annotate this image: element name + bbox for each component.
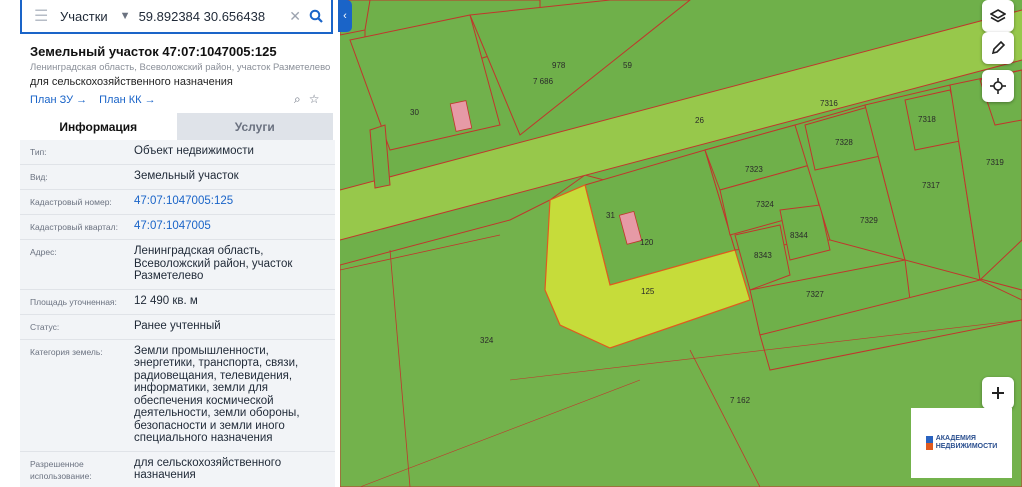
parcel-label: 7324 [756,200,774,209]
info-row-type: Тип: Объект недвижимости [20,140,335,165]
parcel-label: 7323 [745,165,763,174]
search-scope-select[interactable]: Участки [60,9,108,24]
search-icon[interactable] [309,9,323,23]
parcel-label: 7317 [922,181,940,190]
parcel-label: 31 [606,211,615,220]
locate-button[interactable] [982,70,1014,102]
info-row-land-category: Категория земель: Земли промышленности, … [20,340,335,452]
parcel-label: 8343 [754,251,772,260]
row-label: Тип: [30,147,47,157]
plan-zu-link[interactable]: План ЗУ → [30,94,87,106]
info-row-kind: Вид: Земельный участок [20,165,335,190]
cadastral-number-link[interactable]: 47:07:1047005:125 [134,195,241,208]
parcel-label: 7 162 [730,396,751,405]
brand-watermark: АКАДЕМИЯ НЕДВИЖИМОСТИ [911,408,1012,478]
parcel-label: 7 686 [533,77,554,86]
row-label: Вид: [30,172,48,182]
info-row-status: Статус: Ранее учтенный [20,315,335,340]
parcel-label: 978 [552,61,566,70]
parcel-label: 324 [480,336,494,345]
object-purpose: для сельскохозяйственного назначения [30,76,233,88]
pencil-icon [991,40,1006,55]
row-label: Категория земель: [30,346,103,357]
tab-information[interactable]: Информация [20,113,177,140]
crosshair-icon [990,78,1006,94]
row-value: Земли промышленности, энергетики, трансп… [134,344,300,445]
tab-bar: Информация Услуги [20,113,333,140]
search-input[interactable]: 59.892384 30.656438 [139,9,290,24]
info-row-area: Площадь уточненная: 12 490 кв. м [20,290,335,315]
row-value: для сельскохозяйственного назначения [134,456,282,482]
row-value: Ранее учтенный [134,319,221,332]
parcel-label: 120 [640,238,654,247]
layers-icon [990,9,1006,23]
row-label: Кадастровый номер: [30,197,112,207]
parcel-label: 7318 [918,115,936,124]
measure-button[interactable] [982,32,1014,64]
row-label: Адрес: [30,247,57,257]
info-row-permitted-use: Разрешенное использование: для сельскохо… [20,452,335,487]
zoom-in-button[interactable] [982,377,1014,409]
parcel-label: 30 [410,108,419,117]
parcel-label: 26 [695,116,704,125]
brand-line2: НЕДВИЖИМОСТИ [935,443,998,450]
info-row-address: Адрес: Ленинградская область, Всеволожск… [20,240,335,290]
chevron-down-icon[interactable]: ▼ [120,10,131,22]
info-row-cadastral-number: Кадастровый номер: 47:07:1047005:125 [20,190,335,215]
parcel-label: 8344 [790,231,808,240]
collapse-panel-button[interactable]: ‹ [338,0,352,32]
clear-icon[interactable]: ✕ [289,8,301,25]
star-icon[interactable]: ☆ [309,92,320,107]
tab-services[interactable]: Услуги [176,113,333,140]
parcel-label: 7327 [806,290,824,299]
parcel-label: 7316 [820,99,838,108]
row-label: Кадастровый квартал: [30,222,118,232]
parcel-label: 59 [623,61,632,70]
info-panel: ☰ Участки ▼ 59.892384 30.656438 ✕ Земель… [0,0,340,487]
parcel-label: 125 [641,287,655,296]
row-value: Объект недвижимости [134,145,254,157]
cadastral-quarter-link[interactable]: 47:07:1047005 [134,220,219,233]
row-label: Разрешенное использование: [30,458,92,481]
plus-icon [992,387,1004,399]
brand-line1: АКАДЕМИЯ [935,435,976,442]
layers-button[interactable] [982,0,1014,32]
info-row-cadastral-quarter: Кадастровый квартал: 47:07:1047005 [20,215,335,240]
plan-kk-link[interactable]: План КК → [99,94,155,106]
info-table: Тип: Объект недвижимости Вид: Земельный … [20,140,335,487]
zoom-to-object-icon[interactable]: ⌕ [294,92,301,107]
search-bar: ☰ Участки ▼ 59.892384 30.656438 ✕ [20,0,333,34]
parcel-label: 7319 [986,158,1004,167]
row-label: Статус: [30,321,60,332]
object-title: Земельный участок 47:07:1047005:125 [30,44,277,59]
parcel-label: 7328 [835,138,853,147]
row-value: Земельный участок [134,170,239,182]
brand-logo-icon [925,436,933,450]
chevron-left-icon: ‹ [343,10,347,22]
row-value: 12 490 кв. м [134,294,198,307]
parcel-label: 7329 [860,216,878,225]
row-value: Ленинградская область, Всеволожский райо… [134,245,293,282]
object-address: Ленинградская область, Всеволожский райо… [30,62,331,73]
row-label: Площадь уточненная: [30,296,117,307]
menu-icon[interactable]: ☰ [34,6,60,26]
